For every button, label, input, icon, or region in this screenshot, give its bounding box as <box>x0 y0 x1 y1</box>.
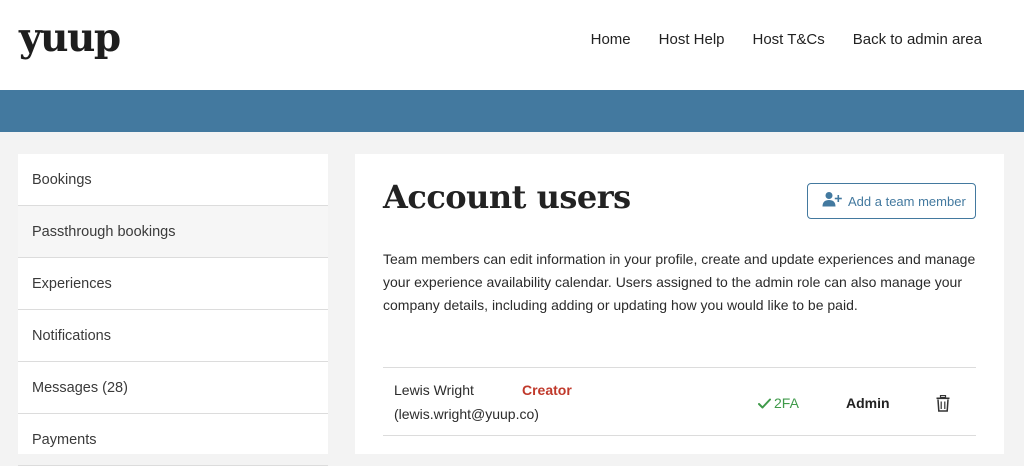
add-team-member-label: Add a team member <box>848 193 966 209</box>
add-user-icon <box>822 191 842 212</box>
sidebar-item-label: Experiences <box>32 275 112 292</box>
sidebar-item-label: Passthrough bookings <box>32 223 176 240</box>
divider <box>383 435 976 436</box>
user-email: (lewis.wright@yuup.co) <box>394 406 539 422</box>
sidebar-item-label: Bookings <box>32 171 92 188</box>
sidebar-item-notifications[interactable]: Notifications <box>18 310 328 362</box>
nav-host-help-link[interactable]: Host Help <box>659 30 725 50</box>
sidebar: Bookings Passthrough bookings Experience… <box>18 154 328 466</box>
top-bar: yuup Home Host Help Host T&Cs Back to ad… <box>0 0 1024 90</box>
check-icon <box>758 398 771 408</box>
sidebar-item-label: Payments <box>32 431 97 448</box>
delete-user-button[interactable] <box>936 394 954 413</box>
sidebar-item-label: Messages (28) <box>32 379 128 396</box>
nav-home-link[interactable]: Home <box>591 30 631 50</box>
page-title: Account users <box>383 178 631 216</box>
user-row: Lewis Wright (lewis.wright@yuup.co) Crea… <box>383 368 976 436</box>
top-nav: Home Host Help Host T&Cs Back to admin a… <box>563 30 982 50</box>
user-role: Admin <box>846 395 890 411</box>
nav-back-to-admin-link[interactable]: Back to admin area <box>853 30 982 50</box>
trash-icon <box>936 394 950 412</box>
sidebar-item-passthrough-bookings[interactable]: Passthrough bookings <box>18 206 328 258</box>
user-name: Lewis Wright <box>394 382 474 398</box>
creator-badge: Creator <box>522 382 572 398</box>
page-description: Team members can edit information in you… <box>383 251 976 313</box>
nav-host-tcs-link[interactable]: Host T&Cs <box>753 30 825 50</box>
main-panel: Account users Add a team member Team mem… <box>355 154 1004 454</box>
header-banner <box>0 90 1024 132</box>
twofa-status: 2FA <box>758 395 799 411</box>
sidebar-item-payments[interactable]: Payments <box>18 414 328 466</box>
sidebar-item-label: Notifications <box>32 327 111 344</box>
add-team-member-button[interactable]: Add a team member <box>807 183 976 219</box>
twofa-label: 2FA <box>774 395 799 411</box>
logo[interactable]: yuup <box>19 14 121 62</box>
sidebar-item-bookings[interactable]: Bookings <box>18 154 328 206</box>
sidebar-item-messages[interactable]: Messages (28) <box>18 362 328 414</box>
sidebar-item-experiences[interactable]: Experiences <box>18 258 328 310</box>
